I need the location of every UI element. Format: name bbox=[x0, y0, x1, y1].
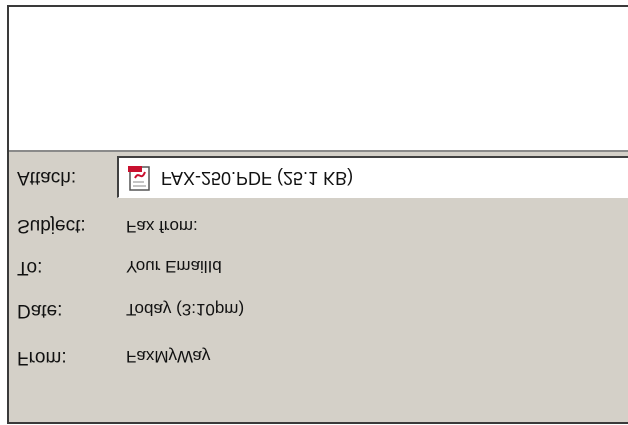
from-label: From: bbox=[17, 347, 67, 368]
to-label: To: bbox=[17, 257, 43, 278]
to-row: To: Your EmailId bbox=[9, 244, 628, 284]
subject-value: Fax from: bbox=[126, 217, 198, 236]
attach-label: Attach: bbox=[17, 167, 77, 188]
date-label: Date: bbox=[17, 300, 63, 321]
date-row: Date: Today (3:10pm) bbox=[9, 287, 628, 327]
email-window: Attach: FAX-250.PDF (25.1 KB) Subject: F… bbox=[0, 0, 628, 425]
subject-row: Subject: Fax from: bbox=[9, 202, 628, 242]
to-value: Your EmailId bbox=[126, 257, 222, 276]
from-row: From: FaxMyWay bbox=[9, 332, 628, 372]
attachment-field[interactable]: FAX-250.PDF (25.1 KB) bbox=[117, 156, 628, 198]
message-body[interactable] bbox=[9, 7, 628, 152]
attachment-filename[interactable]: FAX-250.PDF (25.1 KB) bbox=[161, 167, 353, 188]
header-pane: Attach: FAX-250.PDF (25.1 KB) Subject: F… bbox=[9, 152, 628, 422]
from-value: FaxMyWay bbox=[126, 347, 211, 366]
subject-label: Subject: bbox=[17, 215, 86, 236]
date-value: Today (3:10pm) bbox=[126, 300, 245, 319]
message-frame: Attach: FAX-250.PDF (25.1 KB) Subject: F… bbox=[7, 5, 628, 424]
attach-row: Attach: FAX-250.PDF (25.1 KB) bbox=[9, 152, 628, 202]
pdf-file-icon[interactable] bbox=[127, 164, 153, 192]
